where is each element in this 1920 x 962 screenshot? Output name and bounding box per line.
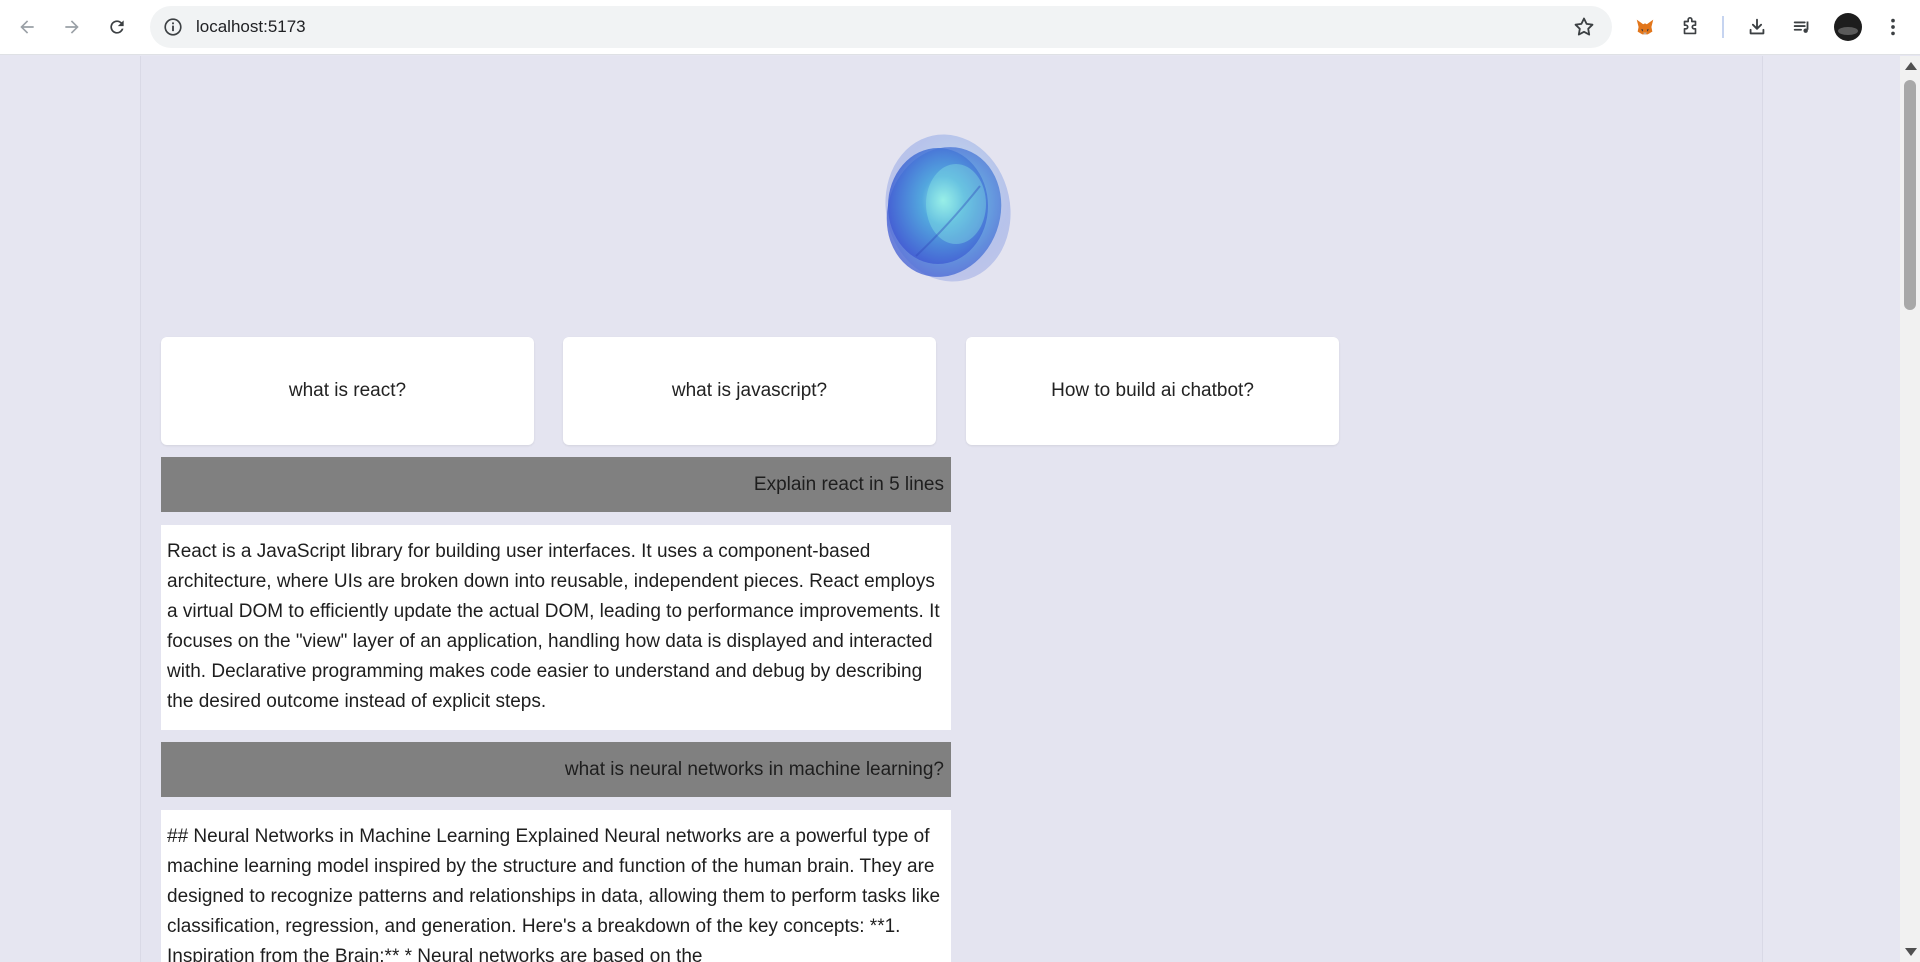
metamask-extension-button[interactable]	[1630, 12, 1660, 42]
user-message-text: Explain react in 5 lines	[753, 473, 944, 495]
extensions-button[interactable]	[1675, 12, 1705, 42]
address-bar[interactable]: localhost:5173	[150, 6, 1612, 48]
reload-icon	[110, 20, 124, 34]
reload-button[interactable]	[102, 12, 132, 42]
assistant-message: React is a JavaScript library for buildi…	[161, 525, 951, 730]
url-text[interactable]: localhost:5173	[196, 17, 306, 37]
assistant-message-text: ## Neural Networks in Machine Learning E…	[167, 826, 941, 962]
star-icon[interactable]	[1572, 15, 1596, 39]
arrow-right-icon	[65, 20, 79, 34]
suggestion-label: what is javascript?	[671, 380, 828, 401]
back-button[interactable]	[12, 12, 42, 42]
assistant-message: ## Neural Networks in Machine Learning E…	[161, 810, 951, 962]
fox-icon	[1636, 19, 1654, 35]
profile-avatar[interactable]	[1834, 13, 1862, 41]
info-icon[interactable]	[162, 16, 184, 38]
playlist-icon	[1793, 21, 1809, 33]
user-message: Explain react in 5 lines	[161, 457, 951, 512]
scroll-down-icon[interactable]	[1905, 948, 1917, 956]
puzzle-icon	[1683, 17, 1697, 35]
downloads-button[interactable]	[1742, 12, 1772, 42]
browser-menu-button[interactable]	[1878, 12, 1908, 42]
scrollbar-thumb[interactable]	[1904, 80, 1916, 310]
media-controls-button[interactable]	[1787, 12, 1817, 42]
suggestion-card[interactable]: How to build ai chatbot?	[966, 337, 1339, 445]
orb-logo-icon	[885, 134, 1011, 282]
toolbar-divider	[1722, 16, 1724, 38]
suggestion-label: what is react?	[288, 380, 407, 401]
page-viewport: what is react? what is javascript? How t…	[0, 56, 1900, 962]
suggestion-card[interactable]: what is react?	[161, 337, 534, 445]
page-scrollbar[interactable]	[1900, 56, 1920, 962]
user-message-text: what is neural networks in machine learn…	[564, 758, 944, 780]
suggestion-label: How to build ai chatbot?	[1051, 380, 1254, 401]
arrow-left-icon	[20, 20, 34, 34]
assistant-message-text: React is a JavaScript library for buildi…	[167, 541, 940, 712]
kebab-menu-icon	[1891, 18, 1895, 36]
user-message: what is neural networks in machine learn…	[161, 742, 951, 797]
suggestion-card[interactable]: what is javascript?	[563, 337, 936, 445]
forward-button[interactable]	[57, 12, 87, 42]
browser-toolbar: localhost:5173	[0, 0, 1920, 55]
download-icon	[1749, 18, 1765, 35]
scroll-up-icon[interactable]	[1905, 62, 1917, 70]
